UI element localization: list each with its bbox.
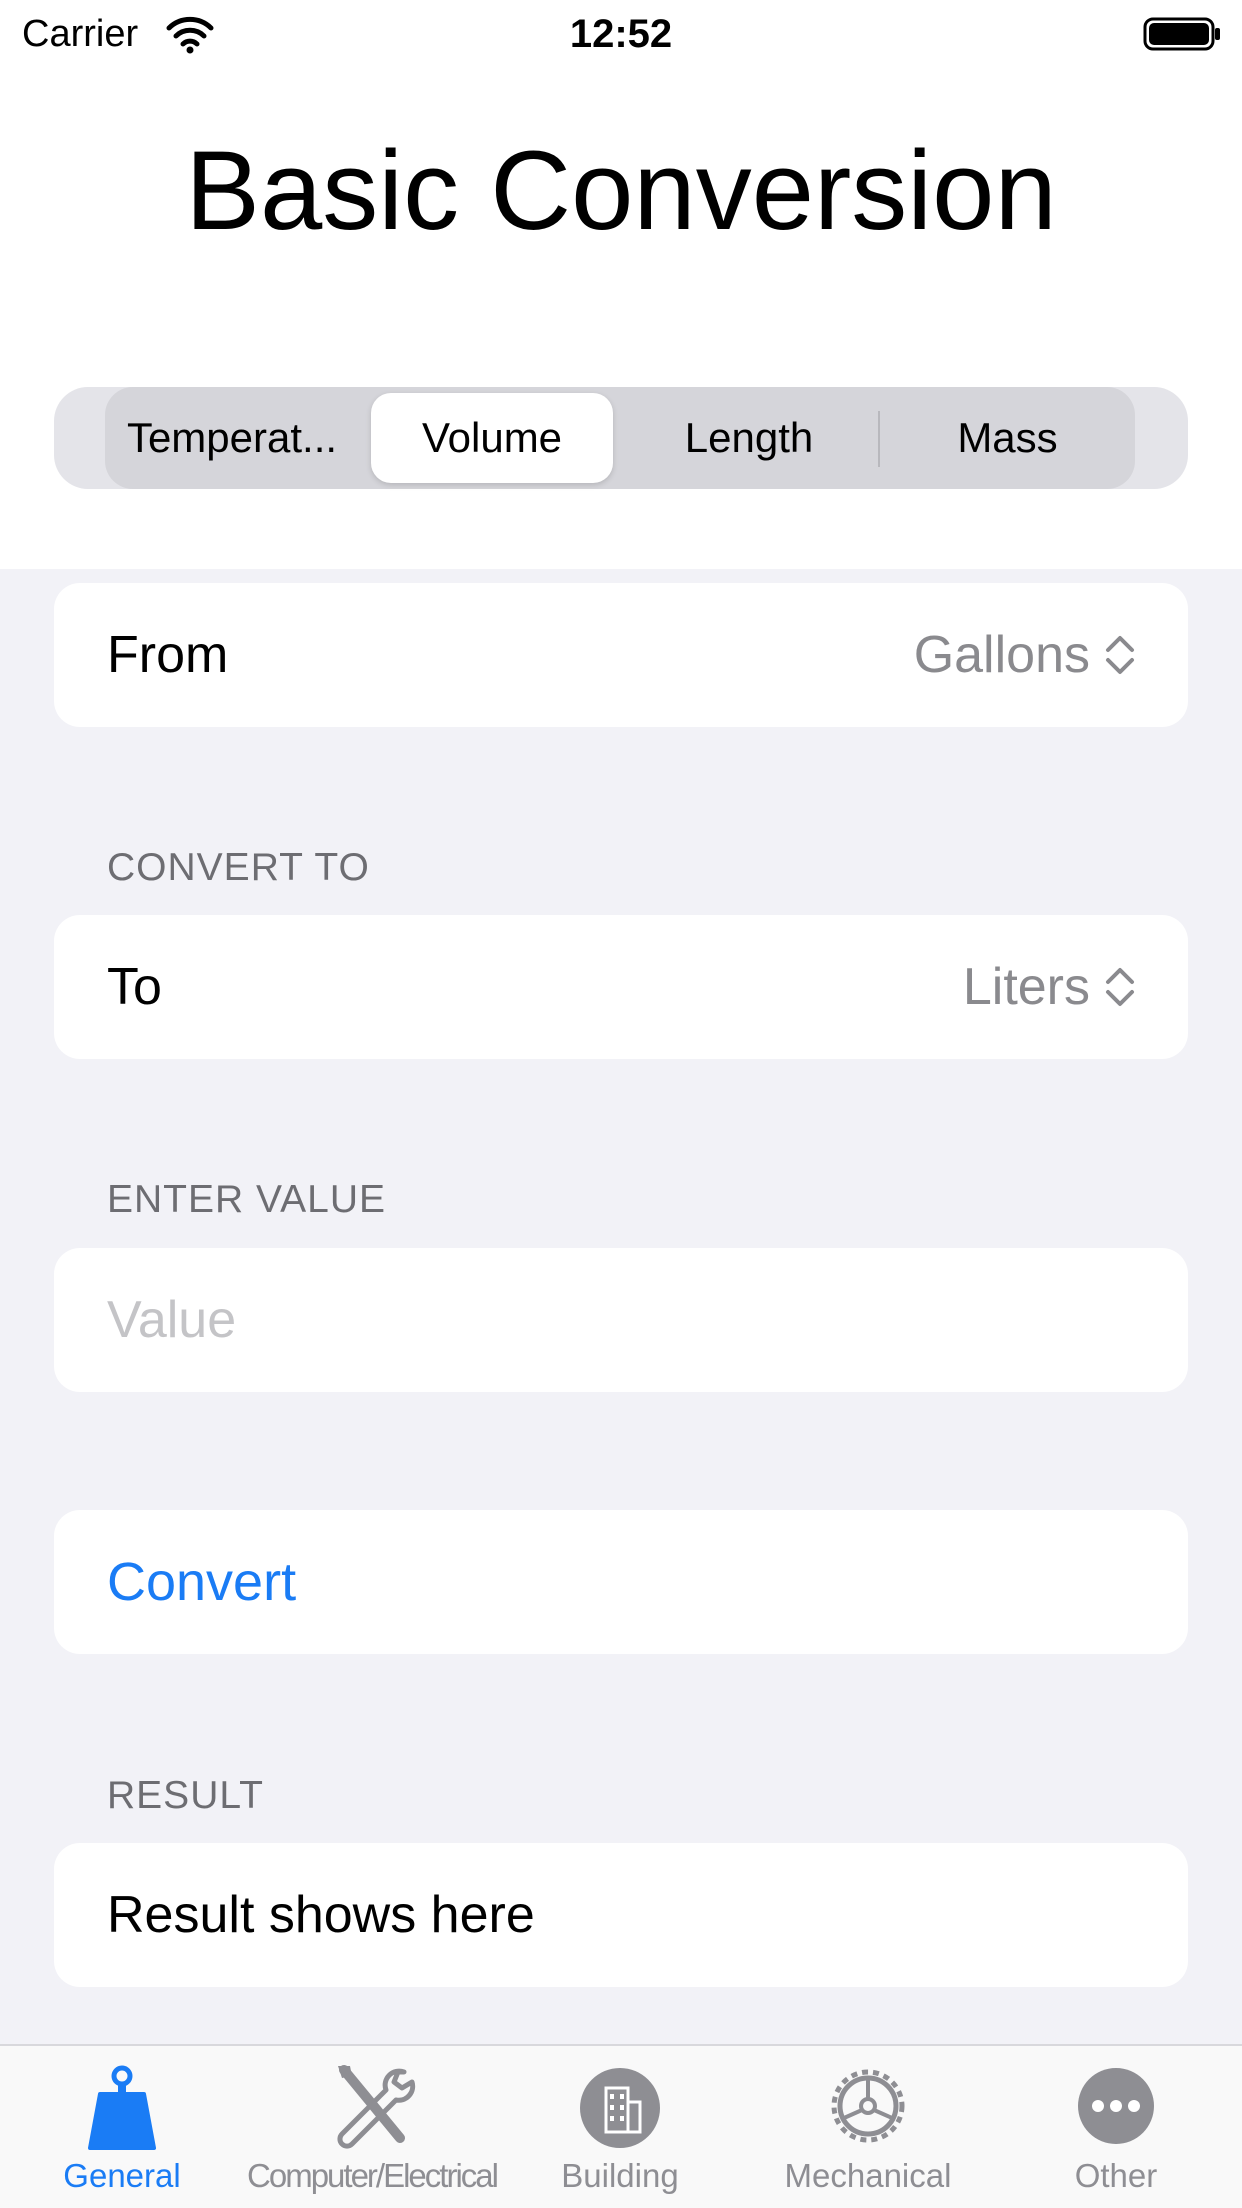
segment-temperature[interactable]: Temperat... (112, 393, 352, 483)
more-icon (1078, 2068, 1154, 2144)
result-header: RESULT (107, 1774, 264, 1817)
gear-wheel-icon (831, 2069, 905, 2143)
convert-button[interactable]: Convert (54, 1510, 1188, 1654)
battery-icon (1143, 17, 1220, 51)
convert-to-header: CONVERT TO (107, 846, 370, 889)
tab-label-building: Building (561, 2157, 679, 2194)
segment-volume[interactable]: Volume (371, 393, 613, 483)
building-icon (580, 2068, 660, 2148)
weight-icon (88, 2065, 156, 2150)
tab-mechanical[interactable]: Mechanical (768, 2060, 968, 2208)
value-input[interactable] (107, 1248, 1127, 1392)
chevron-updown-icon (1106, 968, 1134, 1006)
to-value: Liters (962, 958, 1090, 1016)
result-card: Result shows here (54, 1843, 1188, 1987)
status-bar: Carrier 12:52 (0, 0, 1242, 70)
tab-label-general: General (63, 2157, 181, 2194)
clock: 12:52 (569, 12, 673, 56)
tab-label-mechanical: Mechanical (784, 2157, 952, 2194)
segment-length[interactable]: Length (620, 393, 878, 483)
tab-general[interactable]: General (42, 2060, 202, 2208)
from-label: From (107, 626, 229, 684)
tools-icon (337, 2065, 416, 2149)
enter-value-header: ENTER VALUE (107, 1178, 387, 1221)
tab-building[interactable]: Building (540, 2060, 700, 2208)
tab-computer-electrical[interactable]: Computer/Electrical (232, 2060, 512, 2208)
from-picker[interactable]: From Gallons (54, 583, 1188, 727)
result-text: Result shows here (107, 1886, 535, 1944)
tab-label-computer-electrical: Computer/Electrical (247, 2157, 499, 2194)
page-title: Basic Conversion (185, 128, 1057, 253)
convert-button-label: Convert (107, 1552, 297, 1612)
to-label: To (107, 958, 162, 1016)
to-picker[interactable]: To Liters (54, 915, 1188, 1059)
tab-label-other: Other (1074, 2157, 1158, 2194)
from-value: Gallons (913, 626, 1090, 684)
tab-other[interactable]: Other (1036, 2060, 1196, 2208)
segment-mass[interactable]: Mass (880, 393, 1135, 483)
chevron-updown-icon (1106, 636, 1134, 674)
value-field-container (54, 1248, 1188, 1392)
